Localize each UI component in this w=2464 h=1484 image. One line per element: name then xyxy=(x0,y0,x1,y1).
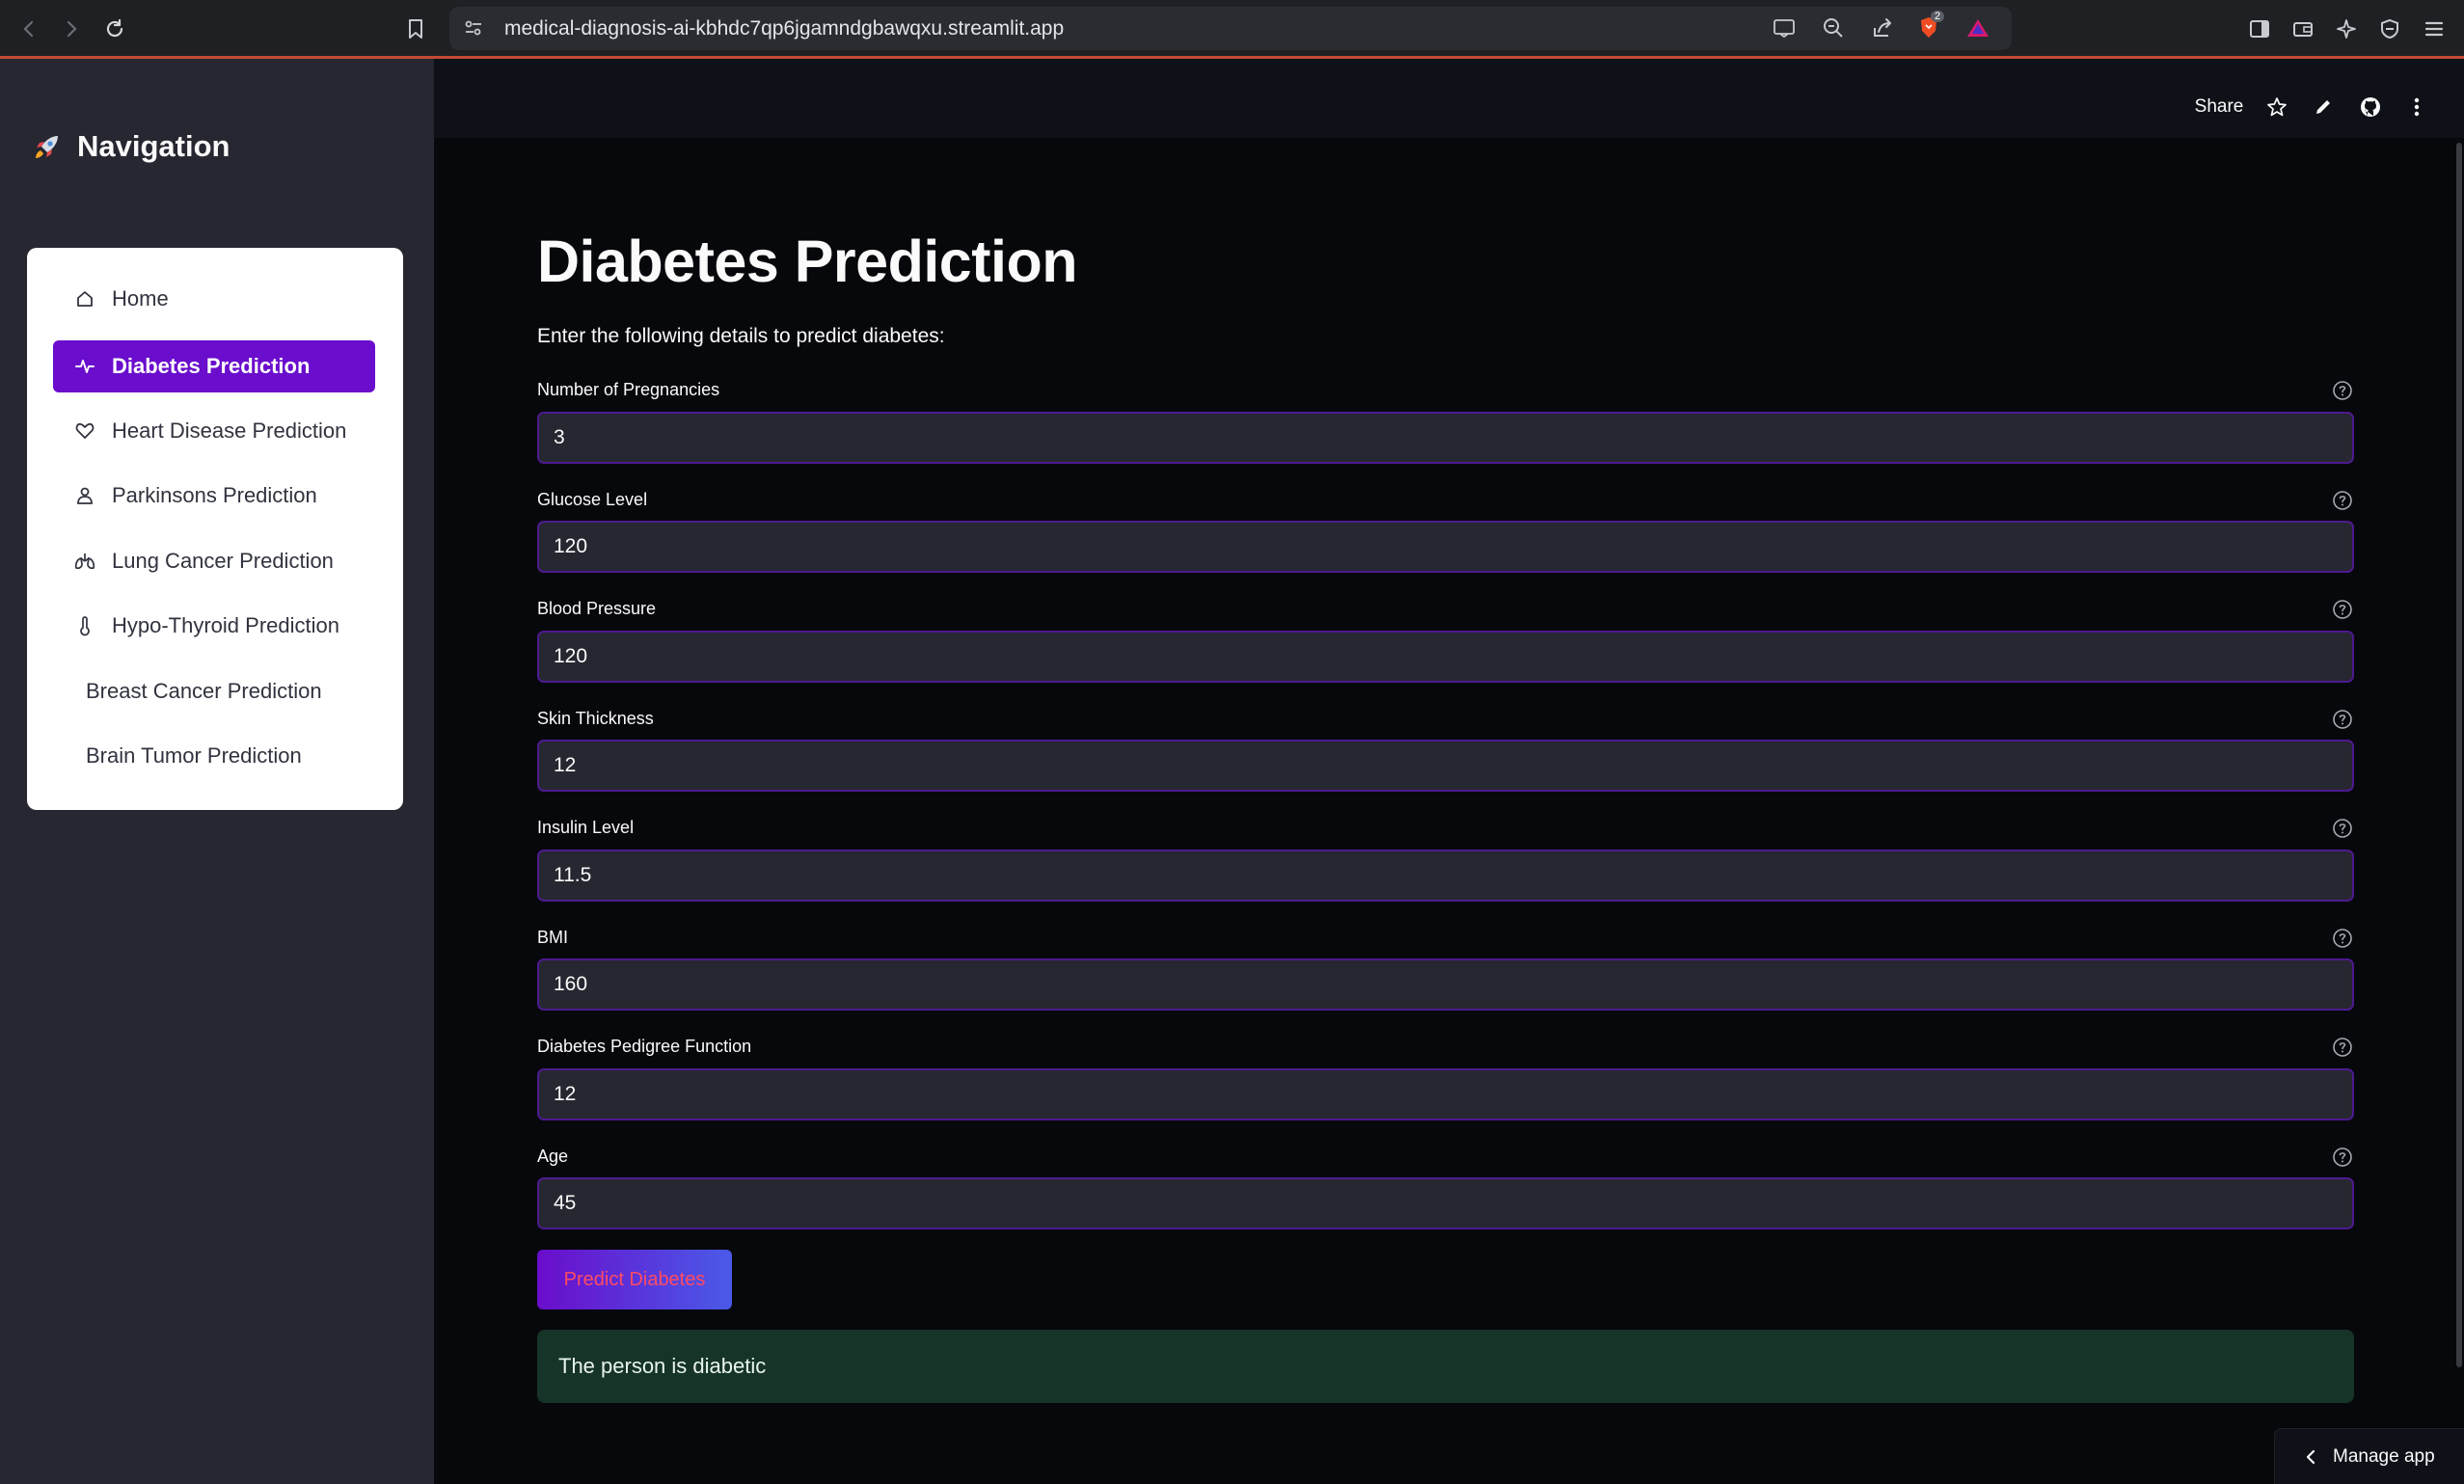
browser-menu-icon[interactable] xyxy=(2419,13,2450,44)
help-icon[interactable] xyxy=(2331,489,2354,512)
sidebar-item-label: Lung Cancer Prediction xyxy=(112,549,334,573)
skin-thickness-label: Skin Thickness xyxy=(537,709,654,728)
pregnancies-input[interactable]: 3 xyxy=(537,412,2354,464)
wallet-icon[interactable] xyxy=(2288,13,2318,44)
more-menu-icon[interactable] xyxy=(2402,91,2431,123)
brave-rewards-icon[interactable] xyxy=(1963,13,1993,43)
sidebar-item-parkinsons[interactable]: Parkinsons Prediction xyxy=(53,470,375,522)
result-text: The person is diabetic xyxy=(558,1354,767,1378)
sidebar-item-home[interactable]: Home xyxy=(53,273,375,325)
url-text[interactable]: medical-diagnosis-ai-kbhdc7qp6jgamndgbaw… xyxy=(504,17,1064,40)
manage-app-button[interactable]: Manage app xyxy=(2274,1428,2464,1484)
glucose-label: Glucose Level xyxy=(537,490,648,509)
brave-shields-icon[interactable]: 2 xyxy=(1913,11,1945,43)
help-icon[interactable] xyxy=(2331,817,2354,840)
forward-icon[interactable] xyxy=(56,13,87,44)
edit-icon[interactable] xyxy=(2309,91,2338,123)
blood-pressure-label: Blood Pressure xyxy=(537,599,657,618)
help-icon[interactable] xyxy=(2331,598,2354,621)
sidebar-item-diabetes[interactable]: Diabetes Prediction xyxy=(53,340,375,392)
back-icon[interactable] xyxy=(14,13,44,44)
sidebar-item-lung-cancer[interactable]: Lung Cancer Prediction xyxy=(53,535,375,587)
sidebar-item-label: Parkinsons Prediction xyxy=(112,483,317,507)
help-icon[interactable] xyxy=(2331,927,2354,950)
sidebar-item-hypo-thyroid[interactable]: Hypo-Thyroid Prediction xyxy=(53,600,375,652)
share-button[interactable]: Share xyxy=(2193,91,2245,123)
vpn-shield-icon[interactable] xyxy=(2374,13,2405,44)
help-icon[interactable] xyxy=(2331,379,2354,402)
bmi-label: BMI xyxy=(537,928,569,947)
sidebar-item-label: Brain Tumor Prediction xyxy=(86,743,302,768)
sidebar-item-label: Diabetes Prediction xyxy=(112,354,311,378)
home-icon xyxy=(71,285,98,312)
sidebar-item-label: Hypo-Thyroid Prediction xyxy=(112,613,339,637)
star-icon[interactable] xyxy=(2262,91,2291,123)
chevron-left-icon xyxy=(2304,1448,2317,1466)
sidebar-item-label: Home xyxy=(112,286,169,310)
prediction-result: The person is diabetic xyxy=(537,1330,2354,1403)
thermometer-icon xyxy=(71,612,98,639)
sidebar-toggle-icon[interactable] xyxy=(2244,13,2275,44)
app-header xyxy=(434,59,2464,138)
blood-pressure-input[interactable]: 120 xyxy=(537,631,2354,683)
page-description: Enter the following details to predict d… xyxy=(537,325,945,347)
bookmark-icon[interactable] xyxy=(400,13,431,44)
sidebar-item-heart-disease[interactable]: Heart Disease Prediction xyxy=(53,405,375,457)
zoom-icon[interactable] xyxy=(1818,13,1849,43)
pedigree-input[interactable]: 12 xyxy=(537,1068,2354,1120)
glucose-input[interactable]: 120 xyxy=(537,521,2354,573)
age-label: Age xyxy=(537,1147,569,1166)
insulin-input[interactable]: 11.5 xyxy=(537,850,2354,902)
heart-icon xyxy=(71,418,98,445)
sidebar-item-label: Heart Disease Prediction xyxy=(112,418,347,443)
sidebar-heading: Navigation xyxy=(31,129,230,164)
rocket-icon xyxy=(31,130,64,163)
help-icon[interactable] xyxy=(2331,1146,2354,1169)
page-title: Diabetes Prediction xyxy=(537,229,1078,294)
lungs-icon xyxy=(71,548,98,575)
reload-icon[interactable] xyxy=(99,13,130,44)
activity-icon xyxy=(71,353,98,380)
main-scrollbar[interactable] xyxy=(2456,143,2462,1367)
help-icon[interactable] xyxy=(2331,1036,2354,1059)
leo-ai-icon[interactable] xyxy=(2331,13,2362,44)
pedigree-label: Diabetes Pedigree Function xyxy=(537,1037,752,1056)
browser-toolbar: medical-diagnosis-ai-kbhdc7qp6jgamndgbaw… xyxy=(0,0,2464,59)
sidebar-heading-text: Navigation xyxy=(77,129,230,163)
cast-icon[interactable] xyxy=(1769,13,1800,43)
nav-menu: Home Diabetes Prediction Heart Disease P… xyxy=(27,248,403,810)
site-settings-icon[interactable] xyxy=(463,17,486,40)
sidebar-item-brain-tumor[interactable]: Brain Tumor Prediction xyxy=(53,730,375,782)
sidebar-item-breast-cancer[interactable]: Breast Cancer Prediction xyxy=(53,665,375,717)
skin-thickness-input[interactable]: 12 xyxy=(537,740,2354,792)
person-icon xyxy=(71,482,98,509)
help-icon[interactable] xyxy=(2331,708,2354,731)
insulin-label: Insulin Level xyxy=(537,818,635,837)
github-icon[interactable] xyxy=(2356,91,2385,123)
address-bar[interactable]: medical-diagnosis-ai-kbhdc7qp6jgamndgbaw… xyxy=(449,7,2012,50)
predict-diabetes-button[interactable]: Predict Diabetes xyxy=(537,1250,732,1309)
manage-app-label: Manage app xyxy=(2333,1445,2435,1467)
age-input[interactable]: 45 xyxy=(537,1177,2354,1229)
shields-count-badge: 2 xyxy=(1931,11,1945,22)
sidebar-item-label: Breast Cancer Prediction xyxy=(86,679,322,703)
pregnancies-label: Number of Pregnancies xyxy=(537,380,720,399)
share-page-icon[interactable] xyxy=(1867,13,1898,43)
bmi-input[interactable]: 160 xyxy=(537,958,2354,1011)
